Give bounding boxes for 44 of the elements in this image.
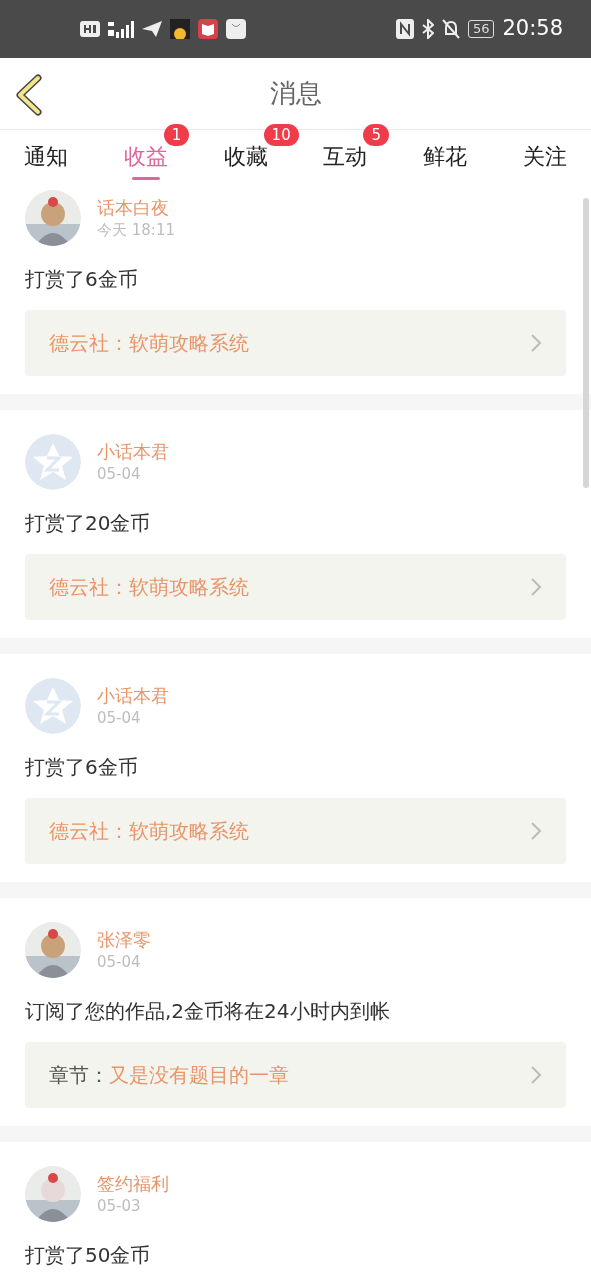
- chevron-right-icon: [530, 577, 542, 597]
- work-link[interactable]: 德云社：软萌攻略系统: [25, 554, 566, 620]
- clock: 20:58: [502, 15, 563, 43]
- nfc-icon: [395, 19, 414, 39]
- message-text: 打赏了6金币: [25, 266, 139, 293]
- count-badge: 10: [263, 124, 299, 146]
- page-title: 消息: [269, 77, 322, 110]
- work-link[interactable]: 德云社：软萌攻略系统: [25, 310, 566, 376]
- chevron-right-icon: [530, 1065, 542, 1085]
- bluetooth-icon: [421, 19, 434, 39]
- timestamp: 05-04: [97, 708, 142, 728]
- timestamp: 今天 18:11: [97, 220, 175, 240]
- tab[interactable]: 鲜花: [423, 130, 468, 187]
- count-badge: 5: [363, 124, 389, 146]
- user-name[interactable]: 小话本君: [97, 440, 169, 464]
- message-text: 打赏了50金币: [25, 1242, 152, 1269]
- bell-off-icon: [441, 19, 460, 39]
- user-name[interactable]: 张泽零: [97, 928, 151, 952]
- shopping-bag-icon: [226, 19, 246, 39]
- hd-icon: [80, 21, 100, 37]
- battery-level: 56: [467, 20, 495, 38]
- app-icon: [170, 19, 190, 39]
- timestamp: 05-03: [97, 1196, 142, 1216]
- back-button[interactable]: [14, 74, 44, 116]
- paper-plane-icon: [142, 20, 162, 38]
- tab[interactable]: 关注: [523, 130, 567, 187]
- default-avatar-icon: [25, 434, 81, 490]
- message-text: 打赏了20金币: [25, 510, 152, 537]
- book-icon: [198, 19, 218, 39]
- message-text: 订阅了您的作品,2金币将在24小时内到帐: [25, 998, 391, 1025]
- default-avatar-icon: [25, 678, 81, 734]
- user-name[interactable]: 签约福利: [97, 1172, 169, 1196]
- timestamp: 05-04: [97, 464, 142, 484]
- chevron-right-icon: [530, 333, 542, 353]
- chapter-link[interactable]: 章节：又是没有题目的一章: [25, 1042, 566, 1108]
- tab[interactable]: 通知: [24, 130, 68, 187]
- chevron-right-icon: [530, 821, 542, 841]
- count-badge: 1: [163, 124, 190, 146]
- message-text: 打赏了6金币: [25, 754, 139, 781]
- timestamp: 05-04: [97, 952, 142, 972]
- work-link[interactable]: 德云社：软萌攻略系统: [25, 798, 566, 864]
- user-name[interactable]: 小话本君: [97, 684, 169, 708]
- user-name[interactable]: 话本白夜: [97, 196, 175, 220]
- signal-icon: [108, 20, 134, 38]
